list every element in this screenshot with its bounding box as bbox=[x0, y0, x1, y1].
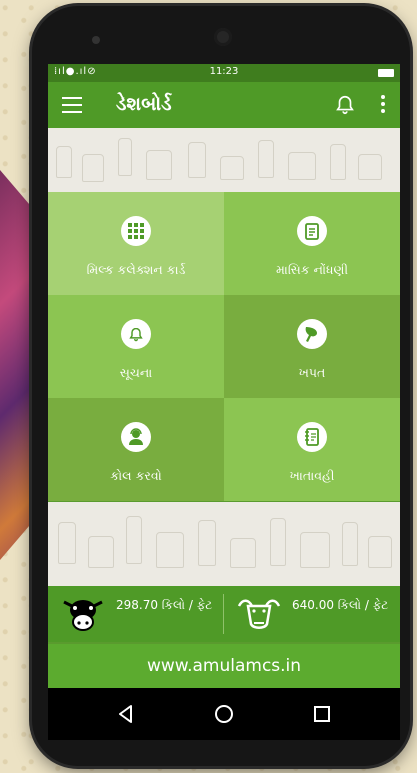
tile-call[interactable]: કોલ કરવો bbox=[48, 398, 224, 501]
tile-label: ખાતાવહી bbox=[289, 468, 335, 483]
tile-label: માસિક નોંધણી bbox=[275, 262, 349, 277]
feed-icon bbox=[297, 319, 327, 349]
tile-label: કોલ કરવો bbox=[110, 468, 162, 483]
status-time: 11:23 bbox=[209, 66, 239, 77]
document-icon bbox=[297, 216, 327, 246]
more-vert-icon[interactable] bbox=[380, 95, 386, 115]
grid-icon bbox=[121, 216, 151, 246]
bell-icon bbox=[121, 319, 151, 349]
cow-stat: 298.70 કિલો / ફેટ bbox=[48, 586, 223, 642]
notebook-icon bbox=[297, 422, 327, 452]
status-bar: ⁞ıl●.ıl⊘ 11:23 bbox=[48, 64, 400, 82]
dashboard-grid: મિલ્ક કલેક્શન કાર્ડ માસિક નોંધણી સૂચના ખ… bbox=[48, 192, 400, 502]
buffalo-stat: 640.00 કિલો / ફેટ bbox=[224, 586, 399, 642]
hamburger-menu-icon[interactable] bbox=[62, 97, 82, 113]
tile-label: ખપત bbox=[298, 365, 326, 380]
tile-ledger[interactable]: ખાતાવહી bbox=[224, 398, 400, 501]
stats-bar: 298.70 કિલો / ફેટ 640.00 કિલો / ફેટ bbox=[48, 586, 400, 642]
system-nav-bar bbox=[48, 688, 400, 740]
tile-label: સૂચના bbox=[119, 365, 153, 380]
cow-icon bbox=[63, 600, 103, 631]
buffalo-icon bbox=[237, 599, 281, 629]
tile-monthly-record[interactable]: માસિક નોંધણી bbox=[224, 192, 400, 295]
page-title: ડેશબોર્ડ bbox=[116, 93, 172, 115]
back-icon[interactable] bbox=[114, 702, 138, 726]
tile-milk-collection-card[interactable]: મિલ્ક કલેક્શન કાર્ડ bbox=[48, 192, 224, 295]
front-camera bbox=[214, 28, 232, 46]
app-bar: ડેશબોર્ડ bbox=[48, 82, 400, 128]
sensor-dot bbox=[92, 36, 100, 44]
cow-stat-value: 298.70 કિલો / ફેટ bbox=[116, 598, 213, 612]
tile-notice[interactable]: સૂચના bbox=[48, 295, 224, 398]
battery-icon bbox=[378, 69, 394, 77]
milk-pattern-bottom bbox=[48, 502, 400, 586]
home-icon[interactable] bbox=[212, 702, 236, 726]
tile-label: મિલ્ક કલેક્શન કાર્ડ bbox=[86, 262, 186, 277]
tile-consumption[interactable]: ખપત bbox=[224, 295, 400, 398]
bell-icon[interactable] bbox=[334, 94, 356, 116]
recents-icon[interactable] bbox=[310, 702, 334, 726]
milk-pattern-top bbox=[48, 128, 400, 192]
buffalo-stat-value: 640.00 કિલો / ફેટ bbox=[292, 598, 389, 612]
support-agent-icon bbox=[121, 422, 151, 452]
website-link[interactable]: www.amulamcs.in bbox=[48, 644, 400, 688]
app-screen: ⁞ıl●.ıl⊘ 11:23 ડેશબોર્ડ મિલ્ક કલેક્શન કા… bbox=[48, 64, 400, 740]
